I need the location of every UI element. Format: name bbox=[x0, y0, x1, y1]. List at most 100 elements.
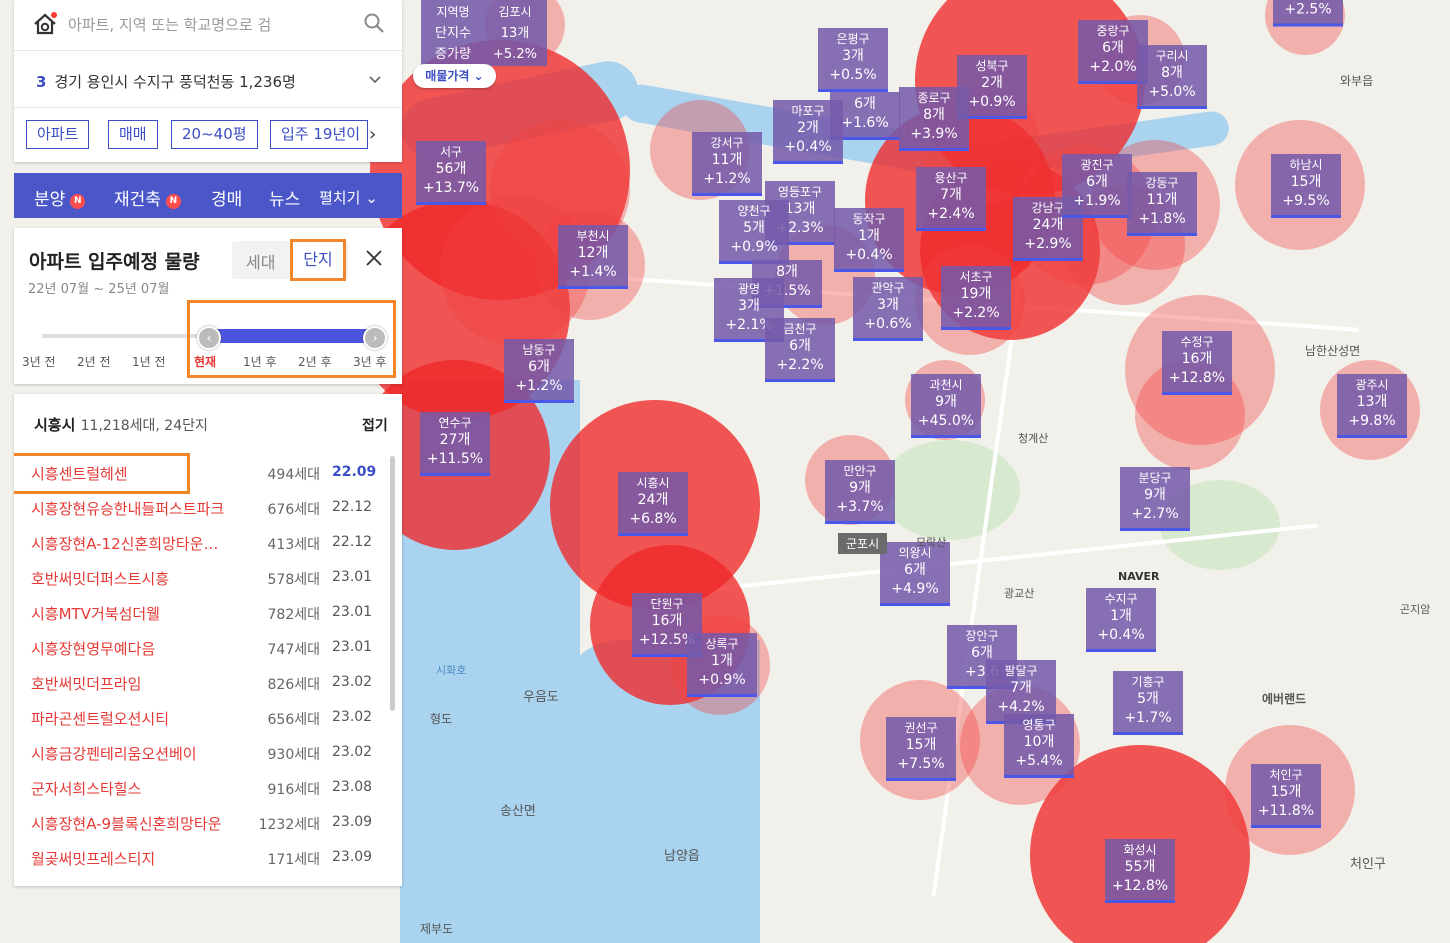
region-marker[interactable]: 시흥시 24개 +6.8% bbox=[618, 472, 688, 536]
region-marker[interactable]: 연수구 27개 +11.5% bbox=[420, 412, 490, 476]
region-marker[interactable]: 금천구 6개 +2.2% bbox=[765, 318, 835, 382]
region-marker[interactable]: 수정구 16개 +12.8% bbox=[1162, 331, 1232, 395]
complex-row[interactable]: 시흥금강펜테리움오션베이 930세대 23.02 bbox=[14, 735, 402, 770]
marker-pct: +2.2% bbox=[776, 357, 824, 373]
filter-deal-type[interactable]: 매매 bbox=[108, 120, 158, 149]
chevron-right-icon[interactable]: › bbox=[369, 124, 376, 145]
nav-auction[interactable]: 경매 bbox=[211, 185, 242, 210]
region-marker[interactable]: +2.5% bbox=[1273, 0, 1343, 27]
region-marker[interactable]: 하남시 15개 +9.5% bbox=[1271, 154, 1341, 218]
marker-count: 5개 bbox=[743, 220, 765, 236]
region-marker[interactable]: 마포구 2개 +0.4% bbox=[773, 100, 843, 164]
complex-row[interactable]: 파라곤센트럴오션시티 656세대 23.02 bbox=[14, 700, 402, 735]
search-input[interactable]: 아파트, 지역 또는 학교명으로 검 bbox=[68, 14, 328, 35]
region-marker[interactable]: 화성시 55개 +12.8% bbox=[1105, 839, 1175, 903]
price-toggle-button[interactable]: 매물가격 ⌄ bbox=[413, 64, 496, 88]
region-marker[interactable]: 권선구 15개 +7.5% bbox=[886, 717, 956, 781]
new-badge: N bbox=[70, 194, 86, 209]
region-marker[interactable]: 관악구 3개 +0.6% bbox=[853, 277, 923, 341]
complex-row[interactable]: 호반써밋더퍼스트시흥 578세대 23.01 bbox=[14, 560, 402, 595]
marker-pct: +2.4% bbox=[927, 206, 975, 222]
filter-year[interactable]: 입주 19년이 bbox=[270, 120, 368, 149]
complex-row[interactable]: 월곶써밋프레스티지 171세대 23.09 bbox=[14, 840, 402, 875]
region-marker[interactable]: 분당구 9개 +2.7% bbox=[1120, 467, 1190, 531]
marker-name: 은평구 bbox=[836, 32, 870, 46]
map-label: 와부읍 bbox=[1340, 74, 1374, 88]
marker-count: 16개 bbox=[1181, 351, 1213, 367]
region-marker[interactable]: 구리시 8개 +5.0% bbox=[1137, 45, 1207, 109]
region-marker[interactable]: 과천시 9개 +45.0% bbox=[911, 374, 981, 438]
region-marker[interactable]: 서초구 19개 +2.2% bbox=[941, 266, 1011, 330]
region-marker[interactable]: 서구 56개 +13.7% bbox=[416, 141, 486, 205]
side-panel: 아파트, 지역 또는 학교명으로 검 3 경기 용인시 수지구 풍덕천동 1,23… bbox=[14, 0, 402, 943]
region-marker[interactable]: 양천구 5개 +0.9% bbox=[719, 200, 789, 264]
chevron-down-icon[interactable] bbox=[368, 72, 382, 86]
marker-name: 성북구 bbox=[975, 59, 1009, 73]
filter-size[interactable]: 20~40평 bbox=[171, 120, 258, 149]
nav-bar: 분양 N 재건축 N 경매 뉴스 펼치기 ⌄ bbox=[14, 173, 402, 218]
marker-count: 5개 bbox=[1137, 691, 1159, 707]
region-marker[interactable]: 동작구 1개 +0.4% bbox=[834, 208, 904, 272]
complex-name: 파라곤센트럴오션시티 bbox=[31, 710, 170, 728]
complex-row[interactable]: 시흥장현A-9블록신혼희망타운 1232세대 23.09 bbox=[14, 805, 402, 840]
complex-date: 23.02 bbox=[332, 674, 373, 690]
region-marker[interactable]: 의왕시 6개 +4.9% bbox=[880, 542, 950, 606]
complex-name: 호반써밋더프라임 bbox=[31, 675, 142, 693]
marker-pct: +2.7% bbox=[1131, 506, 1179, 522]
complex-row[interactable]: 군자서희스타힐스 916세대 23.08 bbox=[14, 770, 402, 805]
region-marker[interactable]: 만안구 9개 +3.7% bbox=[825, 460, 895, 524]
nav-label: 분양 bbox=[34, 190, 66, 210]
marker-count: 9개 bbox=[935, 394, 957, 410]
region-marker[interactable]: 은평구 3개 +0.5% bbox=[818, 28, 888, 92]
supply-title: 아파트 입주예정 물량 bbox=[29, 251, 200, 273]
region-marker[interactable]: 광주시 13개 +9.8% bbox=[1337, 374, 1407, 438]
marker-name: 광주시 bbox=[1355, 378, 1389, 392]
region-marker[interactable]: 종로구 8개 +3.9% bbox=[899, 87, 969, 151]
complex-row[interactable]: 시흥장현유승한내들퍼스트파크 676세대 22.12 bbox=[14, 490, 402, 525]
region-marker[interactable]: 기흥구 5개 +1.7% bbox=[1113, 671, 1183, 735]
complex-row[interactable]: 시흥장현영무예다음 747세대 23.01 bbox=[14, 630, 402, 665]
marker-name: 하남시 bbox=[1289, 158, 1323, 172]
complex-row[interactable]: 호반써밋더프라임 826세대 23.02 bbox=[14, 665, 402, 700]
region-marker[interactable]: 강서구 11개 +1.2% bbox=[692, 132, 762, 196]
search-icon[interactable] bbox=[363, 12, 385, 34]
filter-property-type[interactable]: 아파트 bbox=[26, 120, 90, 149]
region-marker[interactable]: 남동구 6개 +1.2% bbox=[504, 339, 574, 403]
complex-row[interactable]: 시흥MTV거북섬더웰 782세대 23.01 bbox=[14, 595, 402, 630]
legend-label: 증가량 bbox=[435, 47, 471, 62]
region-marker[interactable]: 처인구 15개 +11.8% bbox=[1251, 764, 1321, 828]
complex-name: 시흥금강펜테리움오션베이 bbox=[31, 745, 197, 763]
marker-name: 부천시 bbox=[576, 229, 610, 243]
legend-value: 김포시 bbox=[498, 5, 532, 19]
nav-news[interactable]: 뉴스 bbox=[269, 185, 300, 210]
marker-pct: +0.9% bbox=[730, 239, 778, 255]
home-logo-icon[interactable] bbox=[32, 12, 58, 36]
nav-expand[interactable]: 펼치기 ⌄ bbox=[319, 187, 378, 208]
toggle-complexes[interactable]: 단지 bbox=[290, 239, 346, 281]
nav-rebuild[interactable]: 재건축 N bbox=[114, 185, 181, 210]
map-label-gunpo[interactable]: 군포시 bbox=[838, 533, 888, 554]
marker-name: 서구 bbox=[439, 145, 463, 159]
region-marker[interactable]: 광진구 6개 +1.9% bbox=[1062, 154, 1132, 218]
complex-row[interactable]: 시흥장현A-12신혼희망타운… 413세대 22.12 bbox=[14, 525, 402, 560]
nav-presale[interactable]: 분양 N bbox=[34, 185, 86, 210]
region-marker[interactable]: 영통구 10개 +5.4% bbox=[1004, 714, 1074, 778]
map-label: 에버랜드 bbox=[1262, 692, 1307, 706]
fold-button[interactable]: 접기 bbox=[362, 415, 388, 435]
marker-count: 3개 bbox=[738, 298, 760, 314]
region-marker[interactable]: 부천시 12개 +1.4% bbox=[558, 225, 628, 289]
marker-count: 6개 bbox=[789, 338, 811, 354]
location-selector[interactable]: 3 경기 용인시 수지구 풍덕천동 1,236명 bbox=[36, 71, 296, 92]
region-marker[interactable]: 상록구 1개 +0.9% bbox=[687, 633, 757, 697]
slider-tick: 2년 전 bbox=[77, 355, 111, 369]
region-marker[interactable]: 강동구 11개 +1.8% bbox=[1127, 172, 1197, 236]
scrollbar[interactable] bbox=[390, 456, 395, 711]
marker-pct: +1.9% bbox=[1073, 193, 1121, 209]
complex-name: 호반써밋더퍼스트시흥 bbox=[31, 570, 170, 588]
region-marker[interactable]: 용산구 7개 +2.4% bbox=[916, 167, 986, 231]
region-marker[interactable]: 수지구 1개 +0.4% bbox=[1086, 588, 1156, 652]
map-label: 남양읍 bbox=[664, 849, 700, 864]
close-icon[interactable] bbox=[364, 248, 384, 268]
complex-date: 23.01 bbox=[332, 569, 373, 585]
toggle-households[interactable]: 세대 bbox=[246, 249, 275, 273]
